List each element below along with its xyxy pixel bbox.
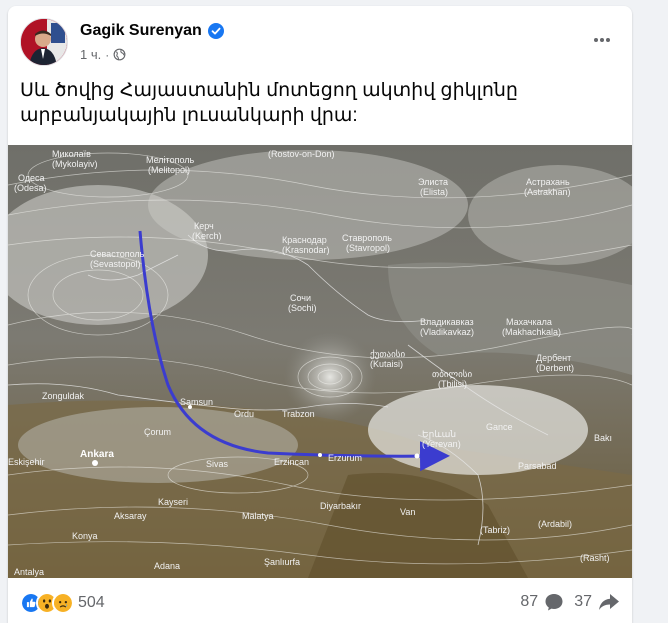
svg-text:Erzurum: Erzurum: [328, 453, 362, 463]
svg-text:(Ardabil): (Ardabil): [538, 519, 572, 529]
svg-text:Diyarbakır: Diyarbakır: [320, 501, 361, 511]
globe-icon[interactable]: [113, 48, 126, 61]
svg-text:Дербент(Derbent): Дербент (Derbent): [536, 353, 574, 373]
more-horizontal-icon: [594, 38, 610, 42]
svg-text:Gance: Gance: [486, 422, 513, 432]
meta-separator: ·: [105, 47, 110, 62]
svg-text:Sivas: Sivas: [206, 459, 229, 469]
svg-text:Adana: Adana: [154, 561, 180, 571]
svg-text:Zonguldak: Zonguldak: [42, 391, 85, 401]
engagement-stats: 87 37: [520, 592, 620, 612]
comment-icon: [545, 594, 563, 611]
svg-text:(Tabriz): (Tabriz): [480, 525, 510, 535]
svg-text:Malatya: Malatya: [242, 511, 274, 521]
svg-text:Erzincan: Erzincan: [274, 457, 309, 467]
share-count: 37: [574, 593, 592, 610]
share-icon: [599, 594, 619, 610]
post-timestamp[interactable]: 1 ч.: [80, 47, 101, 62]
svg-text:Parsabad: Parsabad: [518, 461, 557, 471]
author-name[interactable]: Gagik Surenyan: [80, 22, 202, 40]
satellite-photo[interactable]: Миколаїв (Mykolayiv) Мелітополь (Melitopol…: [8, 145, 632, 578]
svg-text:Երևան(Yerevan): Երևան (Yerevan): [422, 429, 461, 449]
post-header: Gagik Surenyan 1 ч. ·: [20, 18, 620, 66]
svg-text:Краснодар(Krasnodar): Краснодар (Krasnodar): [282, 235, 330, 255]
sad-reaction-icon: [52, 592, 74, 614]
svg-text:Konya: Konya: [72, 531, 98, 541]
svg-text:(Rostov-on-Don): (Rostov-on-Don): [268, 149, 335, 159]
svg-text:Çorum: Çorum: [144, 427, 171, 437]
post-card: Gagik Surenyan 1 ч. · Սև ծովից Հայաստանի…: [8, 6, 632, 623]
verified-badge-icon: [207, 23, 224, 39]
svg-text:Samsun: Samsun: [180, 397, 213, 407]
shares-link[interactable]: 37: [574, 592, 620, 612]
svg-text:Севастополь(Sevastopol): Севастополь (Sevastopol): [90, 249, 145, 269]
post-text: Սև ծովից Հայաստանին մոտեցող ակտիվ ցիկլոն…: [20, 80, 518, 126]
svg-text:Kayseri: Kayseri: [158, 497, 188, 507]
svg-text:Ankara: Ankara: [80, 449, 114, 460]
svg-text:Владикавказ(Vladikavkaz): Владикавказ (Vladikavkaz): [420, 317, 474, 337]
satellite-map: Миколаїв (Mykolayiv) Мелітополь (Melitopol…: [8, 145, 632, 578]
svg-text:Trabzon: Trabzon: [282, 409, 315, 419]
svg-text:Мелітополь(Melitopol): Мелітополь (Melitopol): [146, 155, 195, 175]
svg-text:(Rasht): (Rasht): [580, 553, 610, 563]
svg-text:თბილისი(Tbilisi): თბილისი (Tbilisi): [432, 369, 472, 389]
svg-text:Van: Van: [400, 507, 415, 517]
svg-text:Ставрополь(Stavropol): Ставрополь (Stavropol): [342, 233, 392, 253]
svg-text:Aksaray: Aksaray: [114, 511, 147, 521]
more-options-button[interactable]: [584, 22, 620, 58]
svg-text:Antalya: Antalya: [14, 567, 44, 577]
reaction-count: 504: [78, 594, 105, 611]
svg-text:Элиста(Elista): Элиста (Elista): [418, 177, 448, 197]
svg-text:Ordu: Ordu: [234, 409, 254, 419]
svg-text:Одеса(Odesa): Одеса (Odesa): [14, 173, 47, 193]
svg-text:Миколаїв(Mykolayiv): Миколаїв (Mykolayiv): [52, 149, 98, 169]
reactions-summary[interactable]: 504: [20, 592, 105, 614]
post-footer: 504 87 37: [20, 588, 620, 616]
svg-text:Eskişehir: Eskişehir: [8, 457, 45, 467]
svg-text:Астрахань(Astrakhan): Астрахань (Astrakhan): [524, 177, 571, 197]
comments-link[interactable]: 87: [520, 592, 564, 612]
avatar[interactable]: [20, 18, 68, 66]
svg-text:Şanlıurfa: Şanlıurfa: [264, 557, 300, 567]
svg-text:ქუთაისი(Kutaisi): ქუთაისი (Kutaisi): [370, 349, 405, 369]
comment-count: 87: [520, 593, 539, 610]
svg-text:Bakı: Bakı: [594, 433, 612, 443]
